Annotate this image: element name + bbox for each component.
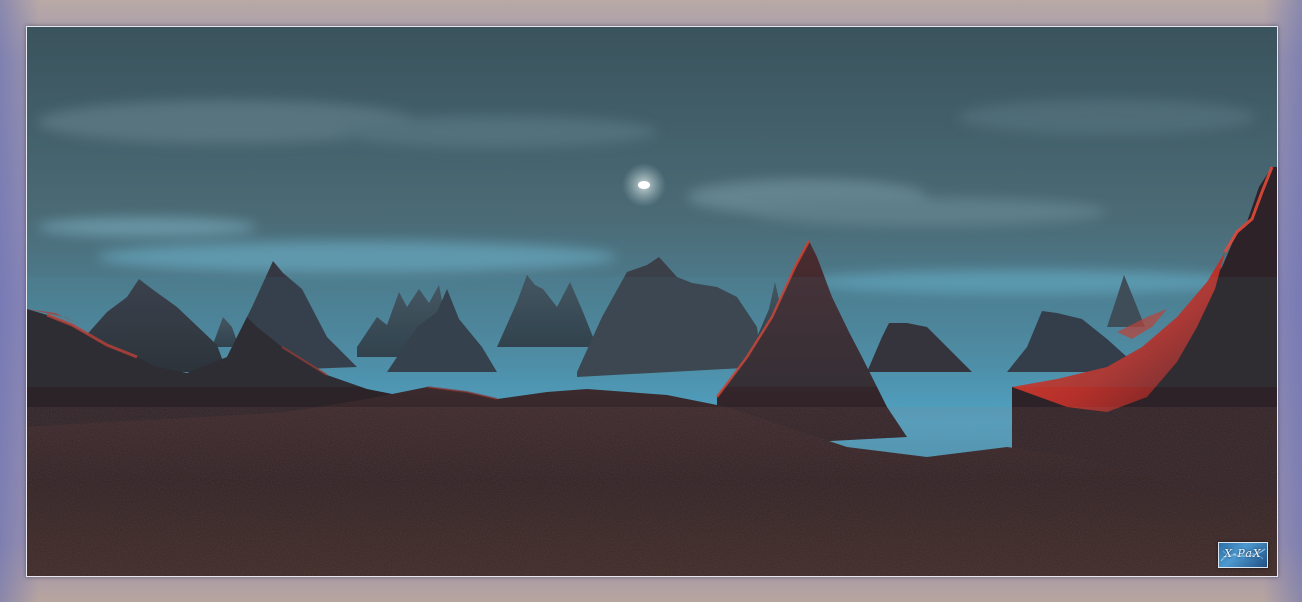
rendered-landscape-image: X-PaX <box>26 26 1278 577</box>
watermark-logo: X-PaX <box>1218 542 1268 568</box>
watermark-text: X-PaX <box>1224 547 1262 560</box>
sun <box>638 181 650 189</box>
foreground-terrain <box>27 386 1277 576</box>
atmospheric-haze <box>27 277 1277 387</box>
landscape-scene <box>27 27 1277 576</box>
